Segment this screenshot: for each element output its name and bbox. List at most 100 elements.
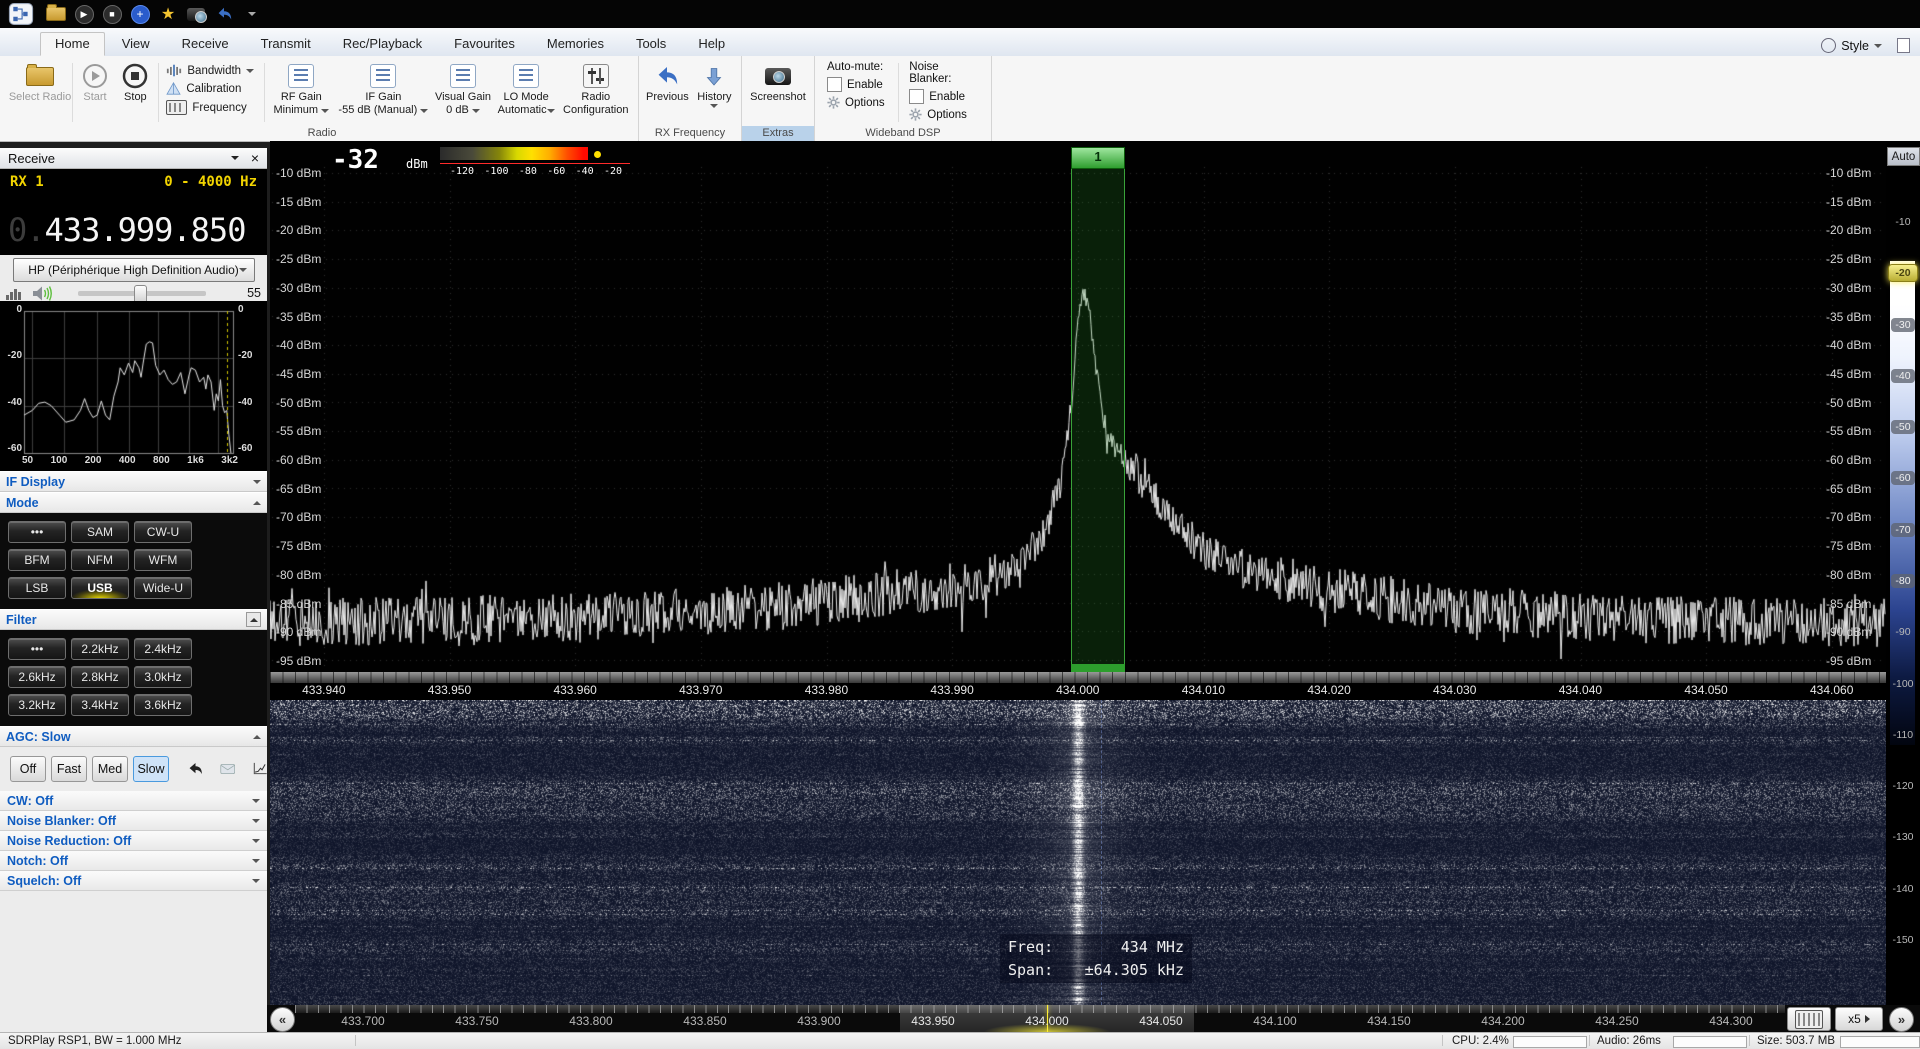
quick-access-more-icon[interactable]: [242, 4, 262, 24]
if-display-section-header[interactable]: IF Display: [0, 471, 267, 492]
mode-button[interactable]: SAM: [71, 521, 129, 543]
mode-button[interactable]: BFM: [8, 549, 66, 571]
range-tick[interactable]: -150: [1886, 929, 1920, 951]
menu-tab[interactable]: Favourites: [439, 32, 530, 56]
dsp-section-header[interactable]: Notch: Off: [0, 851, 267, 871]
mode-button[interactable]: Wide-U: [134, 577, 192, 599]
menu-tab[interactable]: Help: [683, 32, 740, 56]
filter-button[interactable]: 2.4kHz: [134, 638, 192, 660]
volume-slider[interactable]: [78, 284, 206, 304]
channel-marker-band[interactable]: 1: [1071, 147, 1125, 672]
frequency-ruler[interactable]: [270, 672, 1886, 683]
screenshot-button[interactable]: Screenshot: [746, 59, 810, 126]
filter-button[interactable]: 3.0kHz: [134, 666, 192, 688]
filter-expand-button[interactable]: [246, 612, 261, 627]
mode-button[interactable]: NFM: [71, 549, 129, 571]
style-caret-icon[interactable]: [1874, 43, 1882, 48]
menu-tab[interactable]: Home: [40, 32, 105, 56]
range-tick[interactable]: -140: [1886, 878, 1920, 900]
range-tick[interactable]: -70: [1886, 519, 1920, 541]
range-tick[interactable]: -110: [1886, 724, 1920, 746]
mode-button[interactable]: LSB: [8, 577, 66, 599]
mode-button[interactable]: CW-U: [134, 521, 192, 543]
filter-button[interactable]: 2.6kHz: [8, 666, 66, 688]
range-tick[interactable]: -130: [1886, 826, 1920, 848]
range-tick[interactable]: -50: [1886, 416, 1920, 438]
if-gain-button[interactable]: IF Gain -55 dB (Manual): [335, 59, 431, 126]
agc-button[interactable]: Slow: [133, 756, 169, 782]
start-button[interactable]: Start: [75, 59, 115, 126]
play-icon[interactable]: ▶: [74, 4, 94, 24]
filter-button[interactable]: 3.4kHz: [71, 694, 129, 716]
range-tick[interactable]: -40: [1886, 365, 1920, 387]
filter-button[interactable]: •••: [8, 638, 66, 660]
range-tick[interactable]: -60: [1886, 467, 1920, 489]
favourite-star-icon[interactable]: ★: [158, 4, 178, 24]
undo-icon[interactable]: [214, 4, 234, 24]
filter-section-header[interactable]: Filter: [0, 609, 267, 630]
mode-button[interactable]: WFM: [134, 549, 192, 571]
range-tick[interactable]: -90: [1886, 621, 1920, 643]
receive-panel-header[interactable]: Receive ×: [0, 148, 267, 169]
agc-button[interactable]: Med: [92, 756, 128, 782]
select-radio-button[interactable]: Select Radio: [9, 59, 71, 126]
mode-button[interactable]: USB: [71, 577, 129, 599]
range-tick[interactable]: -80: [1886, 570, 1920, 592]
app-logo-icon[interactable]: [4, 3, 38, 25]
radio-configuration-button[interactable]: Radio Configuration: [558, 59, 634, 126]
auto-range-button[interactable]: Auto: [1887, 147, 1920, 166]
dsp-section-header[interactable]: Noise Blanker: Off: [0, 811, 267, 831]
camera-icon[interactable]: [186, 4, 207, 24]
lo-mode-button[interactable]: LO Mode Automatic: [495, 59, 558, 126]
mode-button[interactable]: •••: [8, 521, 66, 543]
channel-marker-number[interactable]: 1: [1071, 147, 1125, 169]
waterfall-display[interactable]: Freq: 434 MHz Span: ±64.305 kHz: [270, 700, 1886, 1005]
frequency-navigation-bar[interactable]: 433.700 433.750 433.800 433.850 433.900 433.9…: [267, 1005, 1920, 1032]
agc-graph-icon[interactable]: [252, 760, 267, 778]
ribbon-pin-icon[interactable]: [1897, 38, 1910, 53]
agc-button[interactable]: Off: [10, 756, 46, 782]
audio-device-dropdown[interactable]: HP (Périphérique High Definition Audio): [12, 258, 255, 282]
visual-gain-button[interactable]: Visual Gain 0 dB: [431, 59, 494, 126]
range-tick[interactable]: -10: [1886, 211, 1920, 233]
speaker-icon[interactable]: [32, 285, 54, 302]
panel-close-icon[interactable]: ×: [251, 151, 259, 165]
filter-button[interactable]: 3.2kHz: [8, 694, 66, 716]
history-button[interactable]: History: [692, 59, 737, 126]
previous-button[interactable]: Previous: [643, 59, 692, 126]
range-tick[interactable]: -20: [1886, 262, 1920, 284]
agc-scheme-icon[interactable]: [220, 762, 235, 776]
stop-button[interactable]: Stop: [115, 59, 155, 126]
scroll-left-button[interactable]: «: [270, 1007, 295, 1032]
spectrum-display[interactable]: -32 dBm -120 -100 -80 -60 -40 -20 -10 dBm -15 …: [270, 141, 1886, 672]
agc-section-header[interactable]: AGC: Slow: [0, 726, 267, 747]
equalizer-icon[interactable]: [6, 286, 24, 300]
zoom-level-button[interactable]: x5: [1835, 1007, 1883, 1031]
spectrum-frequency-axis[interactable]: 433.940 433.950 433.960 433.970 433.980 433.9…: [270, 672, 1886, 702]
range-tick[interactable]: -120: [1886, 775, 1920, 797]
frequency-button[interactable]: Frequency: [166, 100, 256, 115]
dsp-section-header[interactable]: Noise Reduction: Off: [0, 831, 267, 851]
rf-gain-button[interactable]: RF Gain Minimum: [267, 59, 335, 126]
mode-section-header[interactable]: Mode: [0, 492, 267, 513]
menu-tab[interactable]: View: [107, 32, 165, 56]
panel-collapse-icon[interactable]: [230, 156, 239, 160]
open-file-icon[interactable]: [46, 4, 66, 24]
menu-tab[interactable]: Receive: [167, 32, 244, 56]
filter-button[interactable]: 3.6kHz: [134, 694, 192, 716]
noise-blanker-enable-checkbox[interactable]: [909, 89, 925, 104]
menu-tab[interactable]: Memories: [532, 32, 619, 56]
menu-tab[interactable]: Rec/Playback: [328, 32, 437, 56]
style-label[interactable]: Style: [1841, 39, 1869, 53]
bandwidth-button[interactable]: Bandwidth: [166, 64, 256, 77]
stop-icon[interactable]: ■: [102, 4, 122, 24]
scroll-right-button[interactable]: »: [1889, 1007, 1914, 1032]
add-icon[interactable]: +: [130, 4, 150, 24]
dsp-section-header[interactable]: Squelch: Off: [0, 871, 267, 891]
noise-blanker-options-button[interactable]: Options: [909, 108, 979, 121]
agc-button[interactable]: Fast: [51, 756, 87, 782]
automute-options-button[interactable]: Options: [827, 96, 888, 109]
calibration-button[interactable]: Calibration: [166, 82, 256, 95]
dsp-section-header[interactable]: CW: Off: [0, 791, 267, 811]
filter-button[interactable]: 2.8kHz: [71, 666, 129, 688]
